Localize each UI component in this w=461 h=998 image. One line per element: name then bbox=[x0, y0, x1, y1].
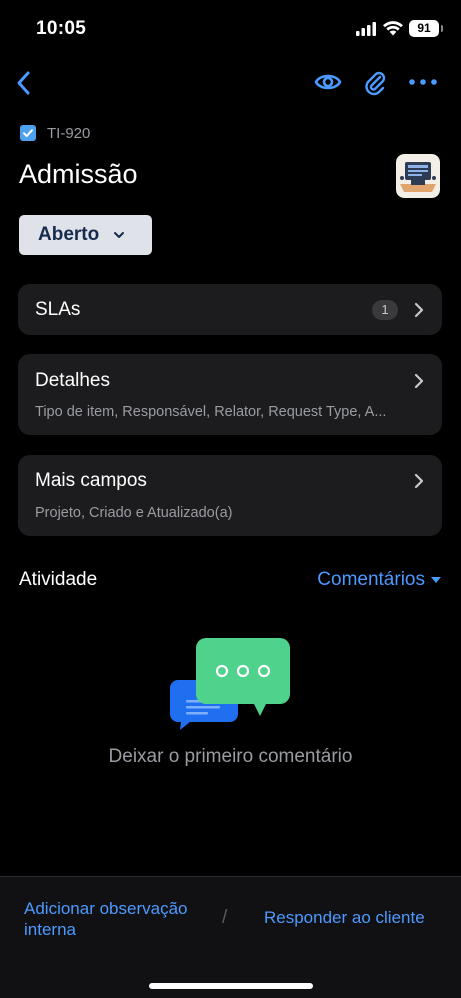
slas-title: SLAs bbox=[35, 299, 81, 320]
comment-bubbles-icon bbox=[170, 638, 290, 730]
action-separator: / bbox=[222, 907, 228, 928]
service-request-icon bbox=[396, 154, 440, 198]
more-fields-title: Mais campos bbox=[35, 470, 147, 491]
details-title: Detalhes bbox=[35, 370, 110, 391]
caret-down-icon bbox=[431, 577, 441, 583]
comments-filter-label: Comentários bbox=[317, 569, 425, 590]
paperclip-icon[interactable] bbox=[363, 68, 387, 96]
more-horizontal-icon[interactable] bbox=[408, 72, 438, 92]
reply-to-customer-button[interactable]: Responder ao cliente bbox=[264, 908, 425, 928]
chevron-down-icon bbox=[114, 232, 125, 238]
status-dropdown-button[interactable]: Aberto bbox=[19, 215, 152, 255]
eye-icon[interactable] bbox=[314, 70, 342, 94]
chevron-right-icon bbox=[414, 302, 424, 318]
battery-indicator: 91 bbox=[409, 20, 443, 37]
status-time: 10:05 bbox=[36, 18, 87, 39]
status-bar: 10:05 91 bbox=[0, 0, 461, 56]
comments-filter-dropdown[interactable]: Comentários bbox=[317, 569, 441, 591]
chevron-right-icon bbox=[414, 473, 424, 489]
more-fields-card[interactable]: Mais campos Projeto, Criado e Atualizado… bbox=[18, 455, 442, 536]
chevron-left-icon[interactable] bbox=[12, 68, 36, 98]
top-nav bbox=[0, 60, 461, 106]
details-card[interactable]: Detalhes Tipo de item, Responsável, Rela… bbox=[18, 354, 442, 435]
home-indicator[interactable] bbox=[149, 983, 313, 989]
slas-count-badge: 1 bbox=[372, 300, 398, 320]
issue-title[interactable]: Admissão bbox=[19, 159, 138, 190]
details-subtitle: Tipo de item, Responsável, Relator, Requ… bbox=[35, 404, 387, 420]
issue-key-row[interactable]: TI-920 bbox=[20, 122, 90, 144]
add-internal-note-button[interactable]: Adicionar observação interna bbox=[24, 898, 224, 940]
chevron-right-icon bbox=[414, 373, 424, 389]
task-checkbox-icon bbox=[20, 125, 36, 141]
activity-heading: Atividade bbox=[19, 569, 98, 590]
status-label: Aberto bbox=[38, 224, 100, 245]
more-fields-subtitle: Projeto, Criado e Atualizado(a) bbox=[35, 505, 233, 521]
bottom-action-bar: Adicionar observação interna / Responder… bbox=[0, 876, 461, 998]
wifi-icon bbox=[383, 21, 403, 36]
signal-icon bbox=[356, 22, 376, 36]
empty-comments-text: Deixar o primeiro comentário bbox=[108, 746, 353, 767]
slas-card[interactable]: SLAs 1 bbox=[18, 284, 442, 335]
issue-key: TI-920 bbox=[47, 124, 91, 142]
